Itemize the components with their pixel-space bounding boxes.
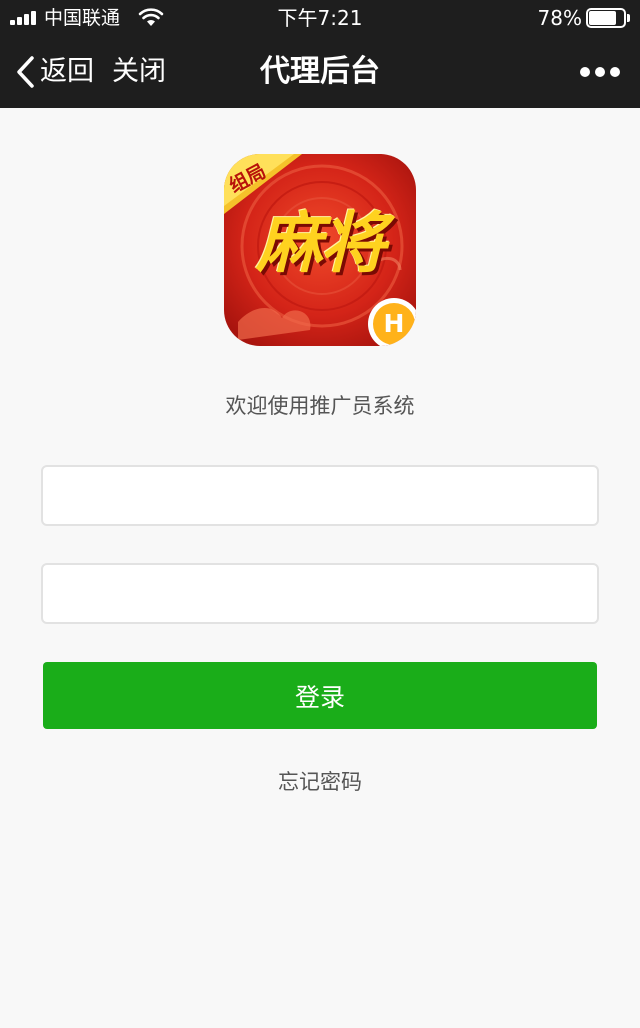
- logo-title-text: 麻将: [256, 204, 386, 282]
- nav-bar: 返回 关闭 代理后台: [0, 36, 640, 108]
- game-logo: 组局 麻将 H: [224, 154, 416, 346]
- page-title: 代理后台: [260, 54, 380, 89]
- logo-corner-letter: H: [383, 309, 405, 338]
- status-bar: 中国联通 下午7:21 78%: [0, 0, 640, 36]
- battery-icon: [586, 8, 630, 28]
- password-input[interactable]: [41, 563, 599, 624]
- welcome-text: 欢迎使用推广员系统: [225, 394, 415, 418]
- battery-percentage: 78%: [537, 6, 582, 30]
- forgot-password-link[interactable]: 忘记密码: [0, 768, 640, 796]
- username-input[interactable]: [41, 465, 599, 526]
- more-options-button[interactable]: [580, 62, 620, 82]
- login-button[interactable]: 登录: [43, 662, 597, 729]
